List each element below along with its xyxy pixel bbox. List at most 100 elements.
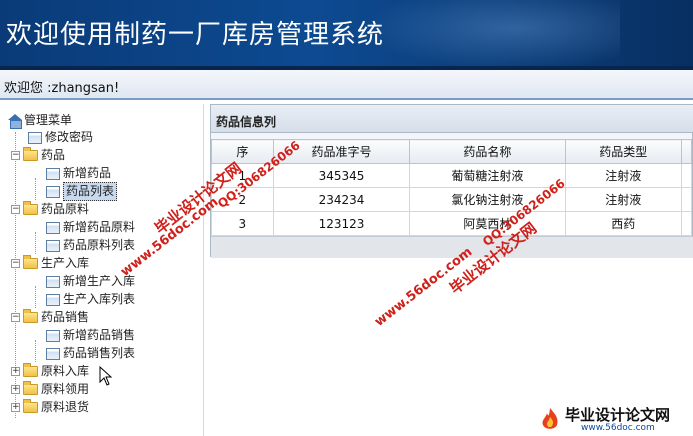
tree-root[interactable]: 管理菜单 <box>8 112 72 129</box>
collapse-icon[interactable]: − <box>11 205 20 214</box>
flame-logo-icon <box>542 408 558 429</box>
folder-icon <box>23 399 38 413</box>
menu-item-production-in-list[interactable]: 生产入库列表 <box>46 291 135 308</box>
menu-item-label: 新增生产入库 <box>63 274 136 288</box>
mouse-cursor-icon <box>99 366 113 386</box>
table-cell: 2 <box>211 187 274 212</box>
menu-group-label: 原料退货 <box>41 400 90 414</box>
menu-group-raw-material-return[interactable]: + 原料退货 <box>11 399 89 416</box>
logo-url: www.56doc.com <box>581 423 655 433</box>
page-icon <box>46 239 60 252</box>
column-header[interactable]: 药品类型 <box>564 139 683 164</box>
menu-group-raw-material-use[interactable]: + 原料领用 <box>11 381 89 398</box>
menu-item-label: 药品原料列表 <box>63 238 136 252</box>
drug-table: 序 药品准字号 药品名称 药品类型 1 345345 葡萄糖注射液 注射液 2 <box>211 139 692 236</box>
welcome-bar: 欢迎您 :zhangsan! <box>0 70 693 100</box>
table-cell: 西药 <box>564 211 683 236</box>
table-cell <box>681 211 692 236</box>
table-cell: 123123 <box>272 211 411 236</box>
folder-icon <box>23 381 38 395</box>
table-row[interactable]: 1 345345 葡萄糖注射液 注射液 <box>211 163 692 188</box>
folder-icon <box>23 255 38 269</box>
table-row[interactable]: 2 234234 氯化钠注射液 注射液 <box>211 187 692 212</box>
table-cell <box>681 163 692 188</box>
column-header-extra <box>681 139 692 164</box>
expand-icon[interactable]: + <box>11 403 20 412</box>
table-cell: 3 <box>211 211 274 236</box>
home-icon <box>8 114 22 129</box>
menu-item-change-password[interactable]: 修改密码 <box>28 129 93 146</box>
menu-item-add-raw-material[interactable]: 新增药品原料 <box>46 219 135 236</box>
menu-item-add-drug[interactable]: 新增药品 <box>46 165 111 182</box>
table-cell: 阿莫西林 <box>409 211 566 236</box>
menu-group-raw-material-in[interactable]: + 原料入库 <box>11 363 89 380</box>
menu-item-add-production-in[interactable]: 新增生产入库 <box>46 273 135 290</box>
folder-icon <box>23 147 38 161</box>
menu-item-label: 修改密码 <box>45 130 94 144</box>
table-row[interactable]: 3 123123 阿莫西林 西药 <box>211 211 692 236</box>
table-cell: 1 <box>211 163 274 188</box>
page-icon <box>46 221 60 234</box>
header-banner: 欢迎使用制药一厂库房管理系统 <box>0 0 693 70</box>
folder-icon <box>23 309 38 323</box>
menu-item-drug-list[interactable]: 药品列表 <box>46 182 118 201</box>
menu-group-raw-material[interactable]: − 药品原料 <box>11 201 89 218</box>
menu-item-raw-material-list[interactable]: 药品原料列表 <box>46 237 135 254</box>
expand-icon[interactable]: + <box>11 367 20 376</box>
menu-item-label: 新增药品销售 <box>63 328 136 342</box>
menu-group-label: 药品销售 <box>41 310 90 324</box>
page-icon <box>46 347 60 360</box>
app-title: 欢迎使用制药一厂库房管理系统 <box>6 20 385 50</box>
menu-group-label: 原料入库 <box>41 364 90 378</box>
menu-item-label: 药品列表 <box>63 182 118 201</box>
table-footer <box>211 236 693 258</box>
table-cell: 氯化钠注射液 <box>409 187 566 212</box>
panel-title: 药品信息列 <box>211 105 693 133</box>
folder-icon <box>23 363 38 377</box>
menu-group-drug[interactable]: − 药品 <box>11 147 65 164</box>
menu-item-label: 新增药品 <box>63 166 112 180</box>
table-cell: 葡萄糖注射液 <box>409 163 566 188</box>
table-cell: 345345 <box>272 163 411 188</box>
page-icon <box>46 275 60 288</box>
menu-group-label: 药品原料 <box>41 202 90 216</box>
collapse-icon[interactable]: − <box>11 259 20 268</box>
table-cell <box>681 187 692 212</box>
sidebar: 管理菜单 修改密码 − 药品 新增药品 药品列表 − 药品原料 新增药品原料 药… <box>0 104 204 436</box>
page-icon <box>46 329 60 342</box>
page-icon <box>46 185 60 198</box>
drug-info-panel: 药品信息列 序 药品准字号 药品名称 药品类型 1 345345 葡萄糖注射液 … <box>210 104 693 258</box>
menu-item-add-drug-sale[interactable]: 新增药品销售 <box>46 327 135 344</box>
logo-text: 毕业设计论文网 <box>565 406 671 424</box>
menu-group-production-in[interactable]: − 生产入库 <box>11 255 89 272</box>
collapse-icon[interactable]: − <box>11 151 20 160</box>
table-cell: 注射液 <box>564 163 683 188</box>
watermark-logo: 毕业设计论文网 www.56doc.com <box>533 404 691 434</box>
tree-guide-line <box>35 286 36 308</box>
menu-item-label: 生产入库列表 <box>63 292 136 306</box>
table-cell: 234234 <box>272 187 411 212</box>
column-header[interactable]: 序 <box>211 139 274 164</box>
menu-group-label: 生产入库 <box>41 256 90 270</box>
menu-group-label: 原料领用 <box>41 382 90 396</box>
menu-group-drug-sales[interactable]: − 药品销售 <box>11 309 89 326</box>
page-icon <box>46 293 60 306</box>
main-content: 药品信息列 序 药品准字号 药品名称 药品类型 1 345345 葡萄糖注射液 … <box>210 104 693 436</box>
column-header[interactable]: 药品准字号 <box>272 139 411 164</box>
menu-item-drug-sales-list[interactable]: 药品销售列表 <box>46 345 135 362</box>
expand-icon[interactable]: + <box>11 385 20 394</box>
tree-guide-line <box>35 232 36 254</box>
menu-item-label: 新增药品原料 <box>63 220 136 234</box>
collapse-icon[interactable]: − <box>11 313 20 322</box>
table-header-row: 序 药品准字号 药品名称 药品类型 <box>211 139 692 164</box>
folder-icon <box>23 201 38 215</box>
menu-item-label: 药品销售列表 <box>63 346 136 360</box>
banner-glow <box>360 0 620 70</box>
tree-guide-line <box>35 340 36 362</box>
column-header[interactable]: 药品名称 <box>409 139 566 164</box>
page-icon <box>28 131 42 144</box>
tree-root-label: 管理菜单 <box>24 113 73 127</box>
tree-guide-line <box>35 178 36 200</box>
menu-group-label: 药品 <box>41 148 66 162</box>
table-cell: 注射液 <box>564 187 683 212</box>
